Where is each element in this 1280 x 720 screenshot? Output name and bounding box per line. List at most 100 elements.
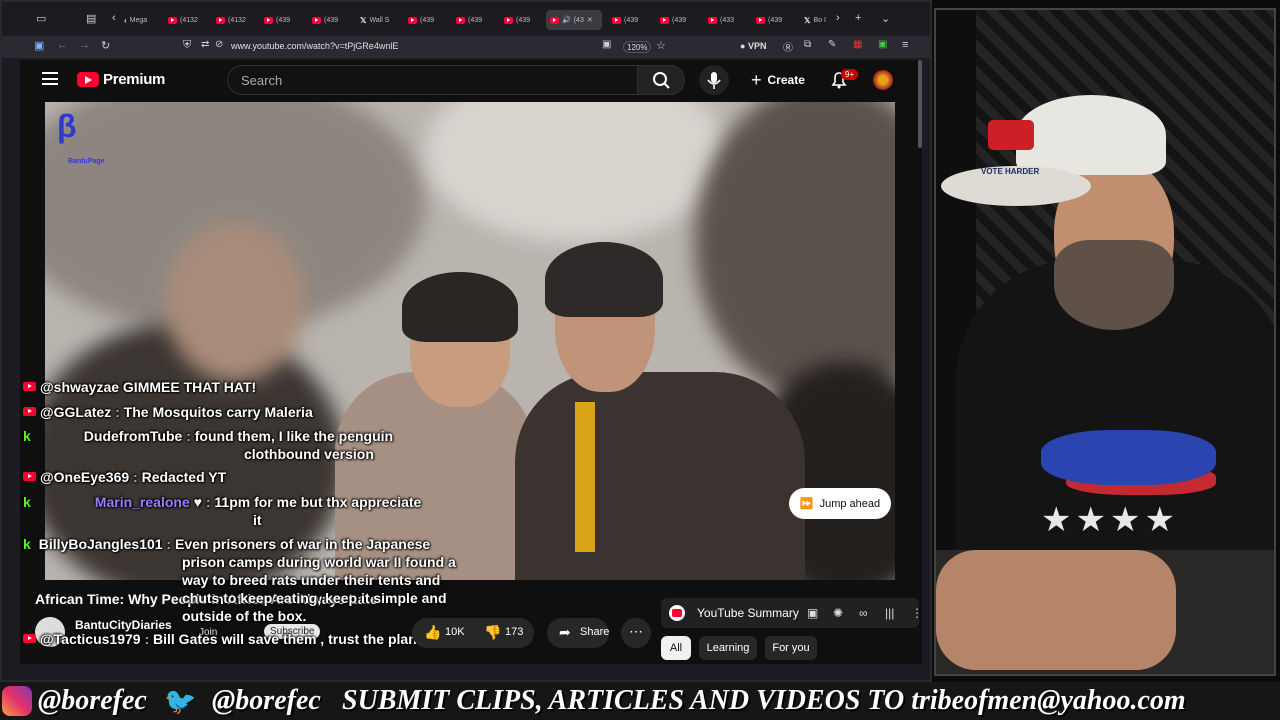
hamburger-menu-icon[interactable] xyxy=(42,72,58,85)
extension-badge-icon[interactable]: ▦ xyxy=(853,39,862,50)
tab-13[interactable]: (439 xyxy=(752,10,798,30)
man-beanie xyxy=(545,242,663,317)
account-avatar[interactable] xyxy=(873,70,893,90)
woman-beanie xyxy=(402,272,518,342)
share-arrow-icon: ➦ xyxy=(559,624,571,640)
chip-all[interactable]: All xyxy=(661,636,691,660)
sidebar-toggle-icon[interactable]: ▤ xyxy=(86,12,96,25)
tab-6[interactable]: 𝕏 Wall S xyxy=(356,10,402,30)
x-favicon-icon: 𝕏 xyxy=(804,15,811,25)
youtube-favicon-icon xyxy=(612,16,621,24)
youtube-favicon-icon xyxy=(756,16,765,24)
channel-watermark: β BantuPage xyxy=(57,108,105,165)
new-tab-icon[interactable]: + xyxy=(855,12,861,24)
extension-icon[interactable]: ✎ xyxy=(828,39,836,50)
tab-5[interactable]: (439 xyxy=(308,10,354,30)
shirt-blue-donkey xyxy=(1041,430,1216,485)
extension-puzzle-icon[interactable]: ⧉ xyxy=(804,39,811,50)
tab-2[interactable]: (4132 xyxy=(164,10,210,30)
dislike-count[interactable]: 173 xyxy=(505,626,523,638)
thumbs-down-icon[interactable]: 👎 xyxy=(484,624,501,641)
youtube-logo-icon[interactable] xyxy=(77,72,99,87)
voice-search-button[interactable] xyxy=(699,65,729,95)
forward-icon[interactable]: → xyxy=(79,39,90,51)
chat-message-continued: outside of the box. xyxy=(182,608,307,624)
cap-text: VOTE HARDER xyxy=(981,167,1040,176)
youtube-platform-icon xyxy=(23,634,36,643)
like-dislike-group: 👍 10K 👎 173 xyxy=(412,618,534,648)
notifications-badge: 9+ xyxy=(841,69,859,80)
youtube-favicon-icon xyxy=(264,16,273,24)
search-button[interactable] xyxy=(637,65,685,95)
share-button[interactable]: ➦ Share xyxy=(547,618,609,648)
transcript-icon[interactable]: ▣ xyxy=(807,606,818,620)
more-actions-icon[interactable]: ⋯ xyxy=(621,618,651,648)
youtube-favicon-icon xyxy=(168,16,177,24)
chat-message: @Tacticus1979 : Bill Gates will save the… xyxy=(23,631,417,647)
tab-8[interactable]: (439 xyxy=(452,10,498,30)
chat-message-continued: way to breed rats under their tents and xyxy=(182,572,441,588)
chat-message: @shwayzae GIMMEE THAT HAT! xyxy=(23,379,256,395)
chip-learning[interactable]: Learning xyxy=(699,636,757,660)
reload-icon[interactable]: ↻ xyxy=(101,39,110,52)
search-input[interactable]: Search xyxy=(227,65,638,95)
chip-for-you[interactable]: For you xyxy=(765,636,817,660)
page-scrollbar[interactable] xyxy=(918,60,922,148)
instagram-icon xyxy=(2,686,32,716)
cap-donkey-logo-icon xyxy=(988,120,1034,150)
tab-9[interactable]: (439 xyxy=(500,10,546,30)
bookmark-star-icon[interactable]: ☆ xyxy=(656,39,666,52)
tab-4[interactable]: (439 xyxy=(260,10,306,30)
ai-model-icon[interactable]: ✺ xyxy=(833,606,843,620)
tab-list-icon[interactable]: ▭ xyxy=(36,12,46,25)
scroll-right-icon[interactable]: › xyxy=(836,12,840,24)
youtube-page: Premium Search + Create 9+ β BantuPage @… xyxy=(20,60,922,664)
speaker-icon[interactable]: 🔊 xyxy=(562,16,571,24)
close-tab-icon[interactable]: ✕ xyxy=(587,16,593,24)
kick-platform-icon: k xyxy=(23,428,31,444)
youtube-platform-icon xyxy=(23,472,36,481)
chat-message: @OneEye369 : Redacted YT xyxy=(23,469,226,485)
tab-11[interactable]: (439 xyxy=(656,10,702,30)
glasses-icon[interactable]: ∞ xyxy=(859,606,868,620)
tab-1[interactable]: ‹ Mega xyxy=(120,10,166,30)
vpn-button[interactable]: ● VPN xyxy=(740,41,766,51)
tab-active[interactable]: 🔊 (43 ✕ xyxy=(546,10,602,30)
create-button[interactable]: + Create xyxy=(747,67,811,93)
audio-wave-icon[interactable]: ||| xyxy=(885,606,894,620)
zoom-level[interactable]: 120% xyxy=(623,41,652,53)
summary-logo-icon xyxy=(669,605,685,621)
shield-icon[interactable]: ⛨ xyxy=(183,39,191,52)
jump-ahead-button[interactable]: ⏩ Jump ahead xyxy=(789,488,891,519)
youtube-premium-logo[interactable]: Premium xyxy=(103,71,165,88)
picture-in-picture-icon[interactable]: ▣ xyxy=(602,39,611,50)
vpn-dot-icon: ● xyxy=(740,41,746,51)
x-favicon-icon: 𝕏 xyxy=(360,15,367,25)
camera-strap xyxy=(575,402,595,552)
scroll-left-icon[interactable]: ‹ xyxy=(112,12,116,24)
extension-green-icon[interactable]: ▣ xyxy=(878,39,887,50)
tab-12[interactable]: (433 xyxy=(704,10,750,30)
more-icon[interactable]: ⋮ xyxy=(911,606,922,620)
tracking-blocked-icon[interactable]: ⊘ xyxy=(215,39,223,50)
url-field[interactable]: www.youtube.com/watch?v=tPjGRe4wnlE xyxy=(231,41,398,51)
permissions-icon[interactable]: ⇄ xyxy=(201,39,209,50)
youtube-summary-panel[interactable]: YouTube Summary ▣ ✺ ∞ ||| ⋮ xyxy=(661,598,922,628)
back-icon[interactable]: ← xyxy=(57,39,68,51)
tab-7[interactable]: (439 xyxy=(404,10,450,30)
thumbs-up-icon[interactable]: 👍 xyxy=(424,624,441,641)
tab-10[interactable]: (439 xyxy=(608,10,654,30)
kick-platform-icon: k xyxy=(23,536,31,552)
chat-emote-icon: ♥ xyxy=(193,494,202,510)
plus-icon: + xyxy=(751,69,762,90)
chat-message-continued: chuts to keep eating, keep it simple and xyxy=(182,590,447,606)
menu-icon[interactable]: ≡ xyxy=(902,39,908,51)
sidebar-icon[interactable]: ▣ xyxy=(34,39,44,52)
channel-name[interactable]: BantuCityDiaries xyxy=(75,618,172,632)
crowd-right xyxy=(695,102,895,402)
like-count[interactable]: 10K xyxy=(445,626,465,638)
tab-overflow-icon[interactable]: ⌄ xyxy=(881,12,890,25)
tab-14[interactable]: 𝕏 Bo I xyxy=(800,10,834,30)
extension-r-icon[interactable]: Ⓡ xyxy=(783,39,793,54)
tab-3[interactable]: (4132 xyxy=(212,10,258,30)
